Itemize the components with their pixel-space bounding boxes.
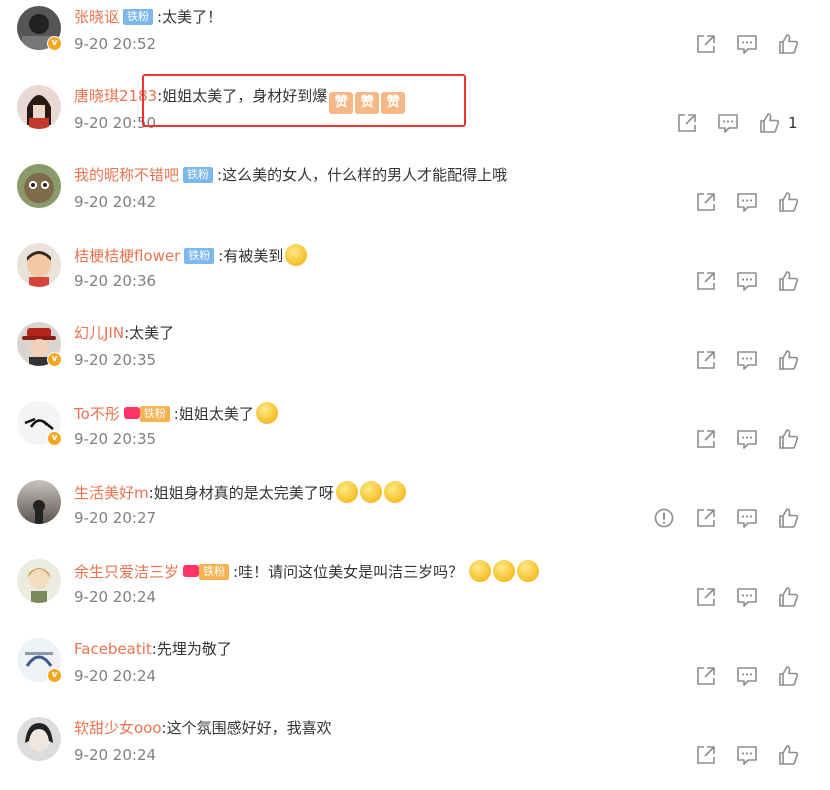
fan-badge: 铁粉 bbox=[183, 167, 214, 183]
like-icon[interactable] bbox=[777, 33, 799, 55]
comment-icon[interactable] bbox=[736, 270, 758, 292]
share-icon[interactable] bbox=[695, 270, 717, 292]
smile-emoji bbox=[517, 560, 540, 582]
comment-item: v To不彤 铁粉:姐姐太美了 9-20 20:35 bbox=[0, 395, 830, 474]
share-icon[interactable] bbox=[676, 112, 698, 134]
fan-badge: 铁粉 bbox=[199, 564, 230, 580]
comment-text: 姐姐身材真的是太完美了呀 bbox=[153, 484, 334, 502]
share-icon[interactable] bbox=[695, 33, 717, 55]
comment-time: 9-20 20:36 bbox=[74, 272, 157, 290]
like-icon[interactable] bbox=[777, 665, 799, 687]
comment-icon[interactable] bbox=[736, 33, 758, 55]
like-icon[interactable] bbox=[777, 744, 799, 766]
highlight-box bbox=[142, 74, 466, 127]
username[interactable]: 生活美好m bbox=[74, 484, 149, 502]
share-icon[interactable] bbox=[695, 586, 717, 608]
share-icon[interactable] bbox=[695, 507, 717, 529]
username[interactable]: 软甜少女ooo bbox=[74, 719, 162, 737]
shocked-emoji bbox=[383, 481, 406, 503]
report-icon[interactable] bbox=[653, 507, 675, 529]
username[interactable]: 桔梗桔梗flower bbox=[74, 247, 180, 265]
fan-badge: 铁粉 bbox=[123, 9, 154, 25]
comment-item: 桔梗桔梗flower 铁粉:有被美到 9-20 20:36 bbox=[0, 237, 830, 316]
comment-icon[interactable] bbox=[736, 507, 758, 529]
username[interactable]: 张晓讴 bbox=[74, 8, 119, 26]
like-icon[interactable] bbox=[758, 112, 780, 134]
comment-time: 9-20 20:35 bbox=[74, 351, 157, 369]
like-icon[interactable] bbox=[777, 428, 799, 450]
comment-item: v 幻儿JIN:太美了 9-20 20:35 bbox=[0, 316, 830, 395]
comment-icon[interactable] bbox=[736, 744, 758, 766]
verified-badge: v bbox=[47, 668, 62, 683]
avatar[interactable] bbox=[17, 85, 61, 129]
comment-item: 余生只爱洁三岁 铁粉:哇！请问这位美女是叫洁三岁吗？ 9-20 20:24 bbox=[0, 553, 830, 632]
comment-text: 这个氛围感好好，我喜欢 bbox=[166, 719, 332, 737]
comment-time: 9-20 20:24 bbox=[74, 588, 157, 606]
comment-icon[interactable] bbox=[717, 112, 739, 134]
like-icon[interactable] bbox=[777, 349, 799, 371]
comment-item: 生活美好m:姐姐身材真的是太完美了呀 9-20 20:27 bbox=[0, 474, 830, 553]
smile-emoji bbox=[469, 560, 492, 582]
comment-time: 9-20 20:42 bbox=[74, 193, 157, 211]
comment-icon[interactable] bbox=[736, 586, 758, 608]
comment-text: 太美了！ bbox=[162, 8, 223, 26]
like-icon[interactable] bbox=[777, 270, 799, 292]
crying-emoji bbox=[255, 402, 278, 424]
comment-time: 9-20 20:24 bbox=[74, 667, 157, 685]
avatar[interactable] bbox=[17, 717, 61, 761]
fan-crown-icon bbox=[123, 407, 140, 419]
verified-badge: v bbox=[47, 431, 62, 446]
comment-text: 哇！请问这位美女是叫洁三岁吗？ bbox=[238, 563, 464, 581]
shocked-emoji bbox=[335, 481, 358, 503]
comment-text: 太美了 bbox=[129, 324, 175, 342]
comment-item: 软甜少女ooo:这个氛围感好好，我喜欢 9-20 20:24 bbox=[0, 711, 830, 790]
share-icon[interactable] bbox=[695, 665, 717, 687]
avatar[interactable] bbox=[17, 559, 61, 603]
comment-item: 我的昵称不错吧 铁粉:这么美的女人，什么样的男人才能配得上哦 9-20 20:42 bbox=[0, 158, 830, 237]
username[interactable]: 我的昵称不错吧 bbox=[74, 166, 179, 184]
verified-badge: v bbox=[47, 352, 62, 367]
comment-text: 这么美的女人，什么样的男人才能配得上哦 bbox=[222, 166, 508, 184]
avatar[interactable] bbox=[17, 480, 61, 524]
comment-text: 有被美到 bbox=[223, 247, 284, 265]
shy-emoji bbox=[285, 244, 308, 266]
comment-time: 9-20 20:27 bbox=[74, 509, 157, 527]
comment-list: v 张晓讴 铁粉:太美了！ 9-20 20:52 唐晓琪2183:姐姐太美了，身材… bbox=[0, 0, 830, 787]
like-icon[interactable] bbox=[777, 191, 799, 213]
comment-text: 姐姐太美了 bbox=[178, 405, 254, 423]
comment-icon[interactable] bbox=[736, 191, 758, 213]
comment-item: v 张晓讴 铁粉:太美了！ 9-20 20:52 bbox=[0, 0, 830, 79]
like-icon[interactable] bbox=[777, 507, 799, 529]
username[interactable]: 余生只爱洁三岁 bbox=[74, 563, 179, 581]
avatar[interactable] bbox=[17, 243, 61, 287]
username[interactable]: Facebeatit bbox=[74, 640, 152, 658]
comment-text: 先埋为敬了 bbox=[156, 640, 232, 658]
share-icon[interactable] bbox=[695, 428, 717, 450]
fan-crown-icon bbox=[183, 565, 200, 577]
fan-badge: 铁粉 bbox=[139, 406, 170, 422]
share-icon[interactable] bbox=[695, 349, 717, 371]
comment-icon[interactable] bbox=[736, 349, 758, 371]
username[interactable]: 幻儿JIN bbox=[74, 324, 124, 342]
share-icon[interactable] bbox=[695, 744, 717, 766]
comment-time: 9-20 20:35 bbox=[74, 430, 157, 448]
share-icon[interactable] bbox=[695, 191, 717, 213]
shocked-emoji bbox=[359, 481, 382, 503]
comment-time: 9-20 20:24 bbox=[74, 746, 157, 764]
comment-icon[interactable] bbox=[736, 665, 758, 687]
fan-badge: 铁粉 bbox=[184, 248, 215, 264]
like-icon[interactable] bbox=[777, 586, 799, 608]
like-count: 1 bbox=[788, 114, 798, 132]
verified-badge: v bbox=[47, 36, 62, 51]
comment-time: 9-20 20:52 bbox=[74, 35, 157, 53]
smile-emoji bbox=[493, 560, 516, 582]
avatar[interactable] bbox=[17, 164, 61, 208]
comment-icon[interactable] bbox=[736, 428, 758, 450]
comment-item: v Facebeatit:先埋为敬了 9-20 20:24 bbox=[0, 632, 830, 711]
username[interactable]: To不彤 bbox=[74, 405, 120, 423]
